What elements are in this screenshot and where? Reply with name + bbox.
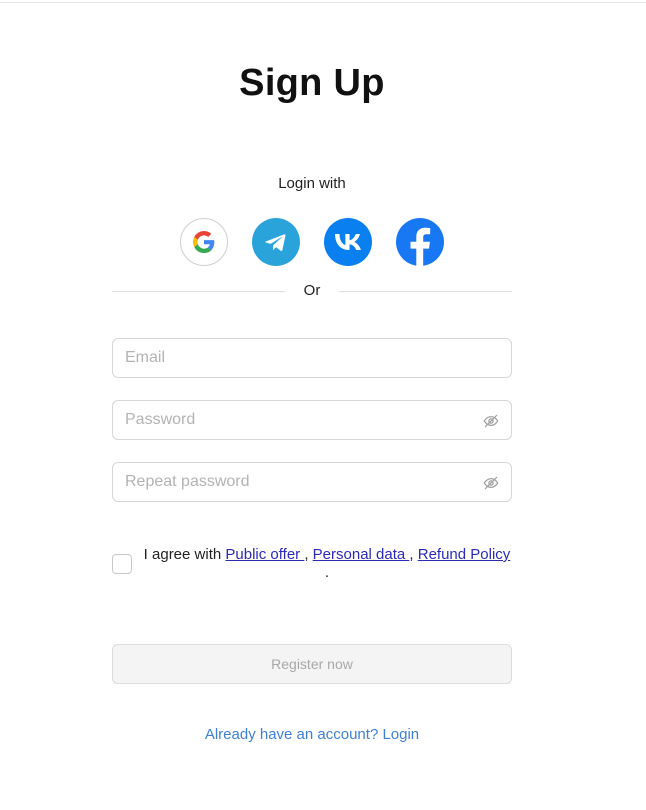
eye-off-icon[interactable] (483, 475, 499, 491)
login-link[interactable]: Already have an account? Login (0, 726, 624, 743)
login-with-label: Login with (278, 175, 346, 192)
agreement-text: I agree with Public offer , Personal dat… (142, 546, 512, 582)
password-input[interactable] (113, 401, 511, 439)
vk-icon (335, 234, 361, 250)
google-icon (193, 231, 215, 253)
agreement-suffix: . (324, 564, 330, 581)
telegram-icon (265, 234, 286, 251)
facebook-login-button[interactable] (396, 218, 444, 266)
repeat-password-input[interactable] (113, 463, 511, 501)
repeat-password-field-wrapper (112, 462, 512, 502)
vk-login-button[interactable] (324, 218, 372, 266)
email-input[interactable] (113, 339, 511, 377)
agreement-comma-1: , (304, 546, 313, 563)
page-title: Sign Up (239, 62, 385, 104)
eye-off-icon[interactable] (483, 413, 499, 429)
register-button[interactable]: Register now (112, 644, 512, 684)
email-field-wrapper (112, 338, 512, 378)
agreement-prefix: I agree with (143, 546, 226, 563)
agree-checkbox[interactable] (112, 554, 132, 574)
google-login-button[interactable] (180, 218, 228, 266)
or-label: Or (303, 282, 321, 299)
divider-right (339, 291, 512, 292)
refund-policy-link[interactable]: Refund Policy (418, 546, 511, 563)
password-field-wrapper (112, 400, 512, 440)
telegram-login-button[interactable] (252, 218, 300, 266)
personal-data-link[interactable]: Personal data (313, 546, 410, 563)
facebook-icon (410, 227, 431, 266)
top-divider (0, 2, 646, 3)
agreement-comma-2: , (409, 546, 418, 563)
divider-left (112, 291, 285, 292)
public-offer-link[interactable]: Public offer (225, 546, 304, 563)
